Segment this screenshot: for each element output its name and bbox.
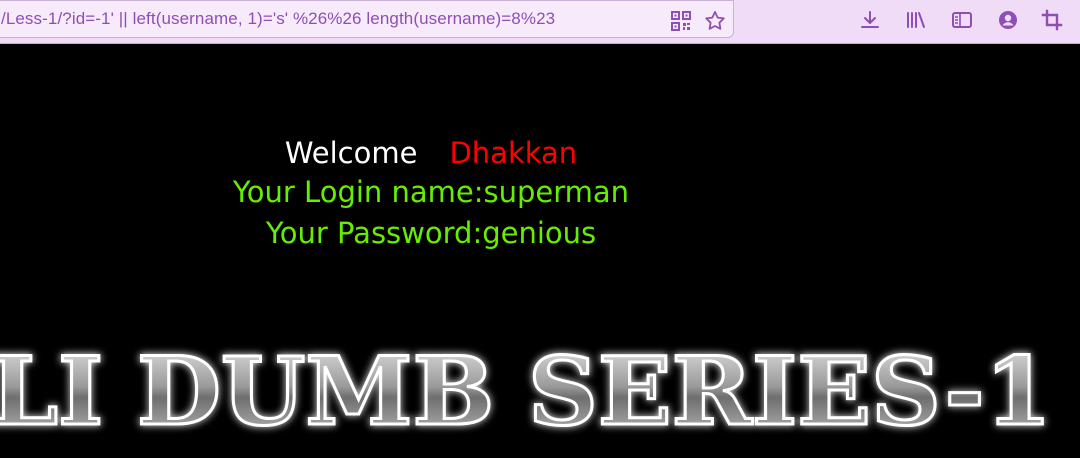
library-icon[interactable] — [904, 8, 928, 32]
banner-text: LI DUMB SERIES-1 — [0, 337, 1052, 447]
sidebar-icon[interactable] — [950, 8, 974, 32]
welcome-name: Dhakkan — [449, 136, 578, 170]
account-icon[interactable] — [996, 8, 1020, 32]
crop-icon[interactable] — [1040, 8, 1064, 32]
page-content: Welcome Dhakkan Your Login name:superman … — [0, 44, 1080, 458]
browser-toolbar: /Less-1/?id=-1' || left(username, 1)='s'… — [0, 0, 1080, 44]
bookmark-star-icon[interactable] — [703, 9, 727, 33]
download-icon[interactable] — [858, 8, 882, 32]
welcome-line: Welcome Dhakkan — [0, 136, 862, 170]
address-bar[interactable]: /Less-1/?id=-1' || left(username, 1)='s'… — [0, 0, 734, 38]
series-banner: LI DUMB SERIES-1 — [0, 334, 1080, 458]
qr-code-icon[interactable] — [669, 9, 693, 33]
welcome-label: Welcome — [284, 136, 418, 170]
login-name-line: Your Login name:superman — [232, 175, 630, 209]
address-bar-url[interactable]: /Less-1/?id=-1' || left(username, 1)='s'… — [1, 9, 555, 29]
password-line: Your Password:genious — [265, 216, 597, 250]
